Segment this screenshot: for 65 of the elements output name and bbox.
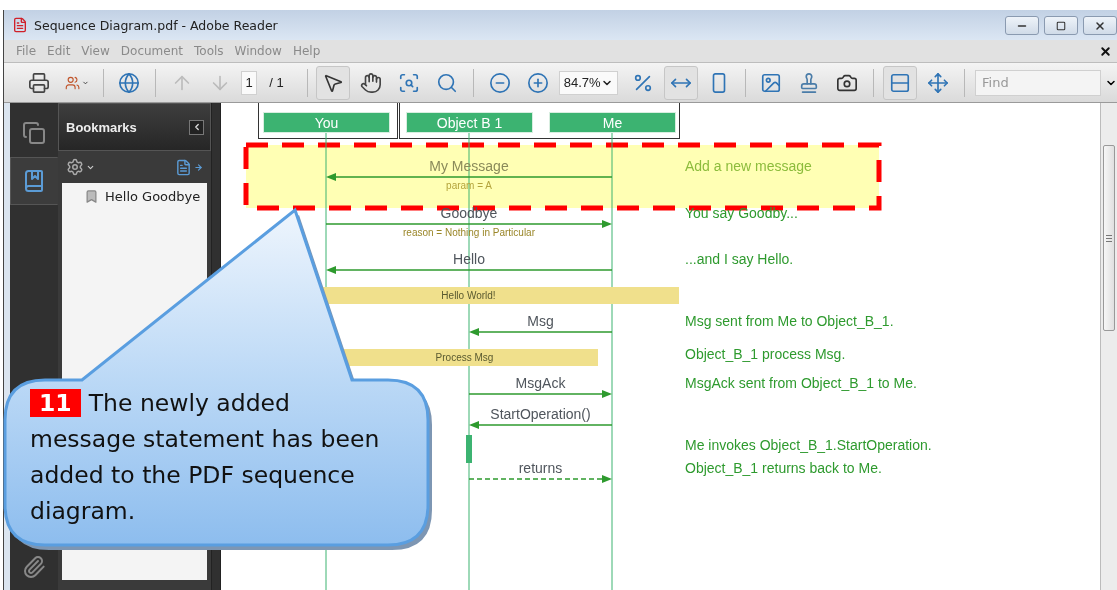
scroll-button[interactable] (882, 65, 917, 100)
menu-item[interactable]: View (77, 44, 117, 58)
printer-icon (28, 71, 50, 94)
message-note: MsgAck sent from Object_B_1 to Me. (685, 375, 917, 391)
zoom-out-icon (488, 71, 511, 94)
scrollbar[interactable] (1100, 103, 1117, 590)
search-icon (436, 71, 459, 94)
menu-item[interactable]: Edit (43, 44, 78, 58)
message-parameter: reason = Nothing in Particular (403, 227, 535, 238)
menu-item[interactable]: Help (288, 44, 328, 58)
menu-item[interactable]: Tools (190, 44, 231, 58)
find-field[interactable]: Find (975, 69, 1102, 96)
minimize-button[interactable] (1005, 16, 1039, 35)
message-label: MsgAck (515, 375, 566, 391)
message-label: returns (518, 460, 563, 476)
image-icon (760, 71, 783, 94)
fit-width-button[interactable] (663, 65, 698, 100)
bookmark-tab[interactable] (10, 157, 58, 205)
zoom-icon (398, 71, 421, 94)
close-icon[interactable] (1099, 44, 1112, 58)
pages-icon (22, 121, 46, 145)
arrow-icon (194, 162, 203, 172)
menu-item[interactable]: Window (230, 44, 289, 58)
paperclip-icon (22, 555, 46, 579)
maximize-icon (1056, 20, 1066, 31)
zoom-in-icon (526, 71, 549, 94)
close-icon (1094, 19, 1106, 32)
panel-title: Bookmarks (66, 119, 137, 135)
page-count: / 1 (269, 75, 284, 90)
zoom-value: 84.7% (563, 75, 601, 90)
message-note: Me invokes Object_B_1.StartOperation. (685, 437, 932, 453)
full-screen-icon (926, 71, 949, 94)
menu-item[interactable]: File (12, 44, 44, 58)
callout-text: 11 The newly added message statement has been added to the PDF sequence diagram. (30, 388, 381, 527)
options-button[interactable] (66, 158, 95, 176)
pdf-icon (12, 17, 28, 33)
message-note: Add a new message (685, 158, 812, 174)
message-label: StartOperation() (490, 406, 591, 422)
maximize-button[interactable] (1044, 16, 1078, 35)
scroll-icon (888, 71, 911, 94)
participant-header: Object B 1 (406, 112, 533, 133)
pointer-button[interactable] (316, 65, 351, 100)
document-icon (175, 158, 192, 176)
globe-icon (118, 71, 141, 94)
bookmark-icon (84, 189, 99, 204)
hand-icon (360, 71, 383, 94)
message-note: Object_B_1 process Msg. (685, 346, 846, 362)
menu-item[interactable]: Document (116, 44, 190, 58)
message-note: Object_B_1 returns back to Me. (685, 460, 882, 476)
message-label: Msg (527, 313, 554, 329)
participant-header: You (263, 112, 390, 133)
bookmark-item[interactable]: Hello Goodbye (84, 189, 201, 204)
participant-header: Me (549, 112, 676, 133)
activation-bar (466, 435, 472, 463)
message-note: ...and I say Hello. (685, 251, 794, 267)
bookmark-go-button[interactable] (175, 158, 203, 176)
collapse-button[interactable] (189, 119, 204, 135)
close-button[interactable] (1083, 16, 1117, 35)
bookmark-icon (22, 169, 46, 193)
page-field[interactable]: 1 (240, 70, 258, 95)
message-label: Hello (453, 251, 485, 267)
gear-icon (66, 158, 84, 176)
message-note: Msg sent from Me to Object_B_1. (685, 313, 894, 329)
window-title: Sequence Diagram.pdf - Adobe Reader (34, 17, 279, 33)
zoom-field[interactable]: 84.7% (558, 70, 618, 95)
